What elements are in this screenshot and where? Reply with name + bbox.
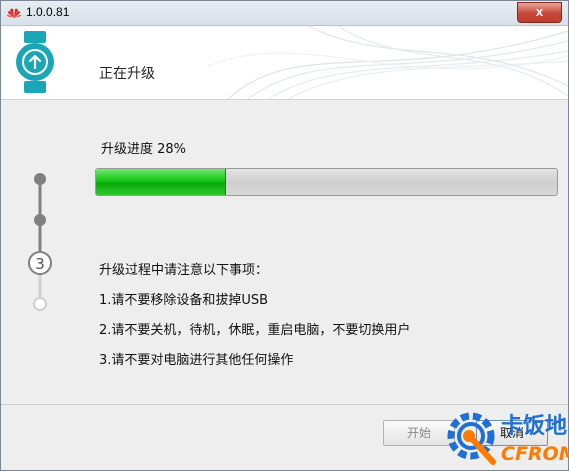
huawei-logo-icon [7,8,21,18]
progress-bar-fill [96,169,227,195]
progress-label: 升级进度 28% [101,142,187,157]
window-title: 1.0.0.81 [26,5,70,19]
title-bar[interactable]: 1.0.0.81 x [1,1,568,26]
step-dot-4 [33,297,47,311]
smartwatch-upload-icon [16,31,54,93]
page-title: 正在升级 [99,66,155,82]
step-dot-2 [34,214,46,226]
step-current-number: 3 [35,255,45,273]
updater-window: 1.0.0.81 x 正在升级 3 升级进度 28% 升级过程中请注意以下事项：… [0,0,569,471]
watermark-cn-text: 卡饭地 [501,413,567,439]
header-banner: 正在升级 [1,26,568,100]
gear-wrench-icon [447,412,496,465]
watermark-en-text: CFROM [501,443,569,465]
note-item: 2.请不要关机，待机，休眠，重启电脑，不要切换用户 [99,323,411,338]
close-button[interactable]: x [517,2,562,23]
footer-divider [1,404,568,405]
notes-heading: 升级过程中请注意以下事项： [99,263,269,278]
upgrade-notes: 升级过程中请注意以下事项： 1.请不要移除设备和拔掉USB 2.请不要关机，待机… [99,263,410,383]
note-item: 3.请不要对电脑进行其他任何操作 [99,353,294,368]
decorative-waves [208,26,568,99]
note-item: 1.请不要移除设备和拔掉USB [99,293,269,308]
cfrom-watermark-logo: 卡饭地 CFROM [447,412,569,465]
step-dot-1 [34,173,46,185]
progress-bar [95,168,558,196]
step-indicator: 3 [28,173,52,311]
